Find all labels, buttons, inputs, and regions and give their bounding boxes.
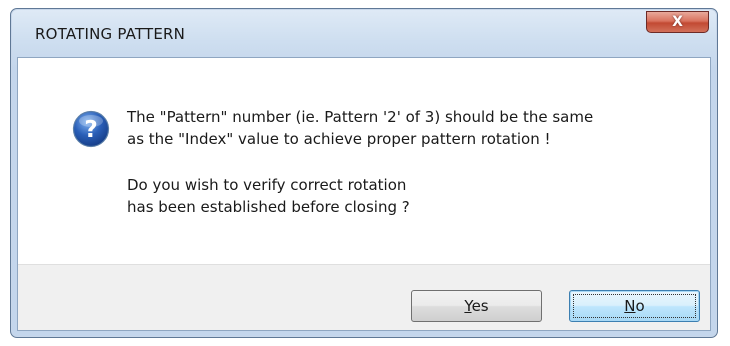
title-bar[interactable]: ROTATING PATTERN X xyxy=(11,9,717,57)
message-line: has been established before closing ? xyxy=(127,198,410,216)
no-button-label: No xyxy=(624,297,645,315)
close-icon: X xyxy=(672,14,683,30)
button-bar: Yes No xyxy=(18,264,710,330)
close-button[interactable]: X xyxy=(646,11,709,33)
dialog-title: ROTATING PATTERN xyxy=(35,25,186,43)
dialog-client-area: ? The "Pattern" number (ie. Pattern '2' … xyxy=(17,57,711,331)
message-text: The "Pattern" number (ie. Pattern '2' of… xyxy=(127,106,697,218)
no-button[interactable]: No xyxy=(569,290,700,322)
message-line: Do you wish to verify correct rotation xyxy=(127,176,407,194)
question-icon: ? xyxy=(72,110,110,148)
yes-button[interactable]: Yes xyxy=(411,290,542,322)
message-area: ? The "Pattern" number (ie. Pattern '2' … xyxy=(18,58,710,264)
yes-button-label: Yes xyxy=(464,297,489,315)
message-line: as the "Index" value to achieve proper p… xyxy=(127,130,551,148)
message-line: The "Pattern" number (ie. Pattern '2' of… xyxy=(127,108,594,126)
svg-text:?: ? xyxy=(84,117,97,143)
message-dialog: ROTATING PATTERN X ? The "Pattern" numbe… xyxy=(10,8,718,338)
